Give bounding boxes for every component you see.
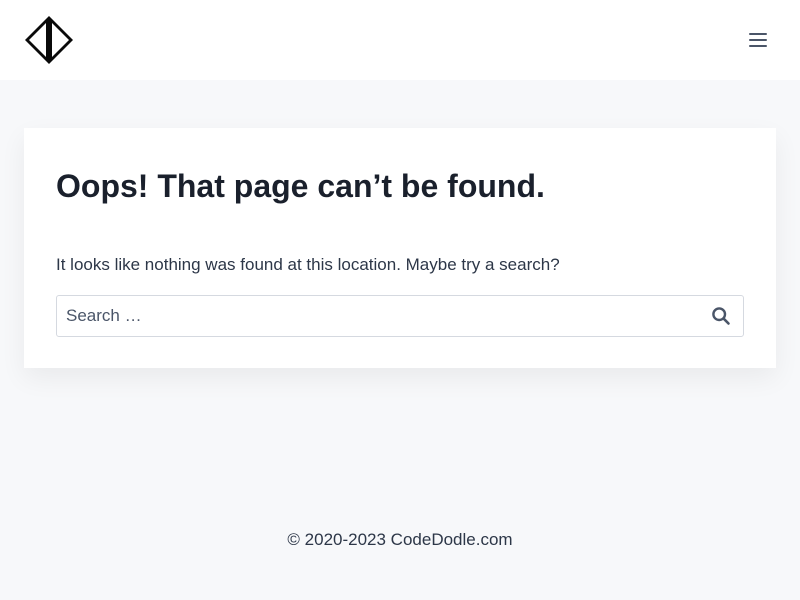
search-input[interactable] [57,296,677,336]
search-submit-button[interactable] [711,306,731,326]
search-icon [712,307,730,325]
not-found-card: Oops! That page can’t be found. It looks… [24,128,776,368]
page-title: Oops! That page can’t be found. [56,168,545,204]
codedodle-logo-icon [25,16,73,64]
site-logo[interactable] [25,16,73,64]
not-found-message: It looks like nothing was found at this … [56,255,560,274]
menu-toggle-button[interactable] [742,24,774,56]
search-form [56,295,744,337]
site-header [0,0,800,80]
footer-copyright: © 2020-2023 CodeDodle.com [287,530,513,549]
hamburger-menu-icon [749,33,767,47]
